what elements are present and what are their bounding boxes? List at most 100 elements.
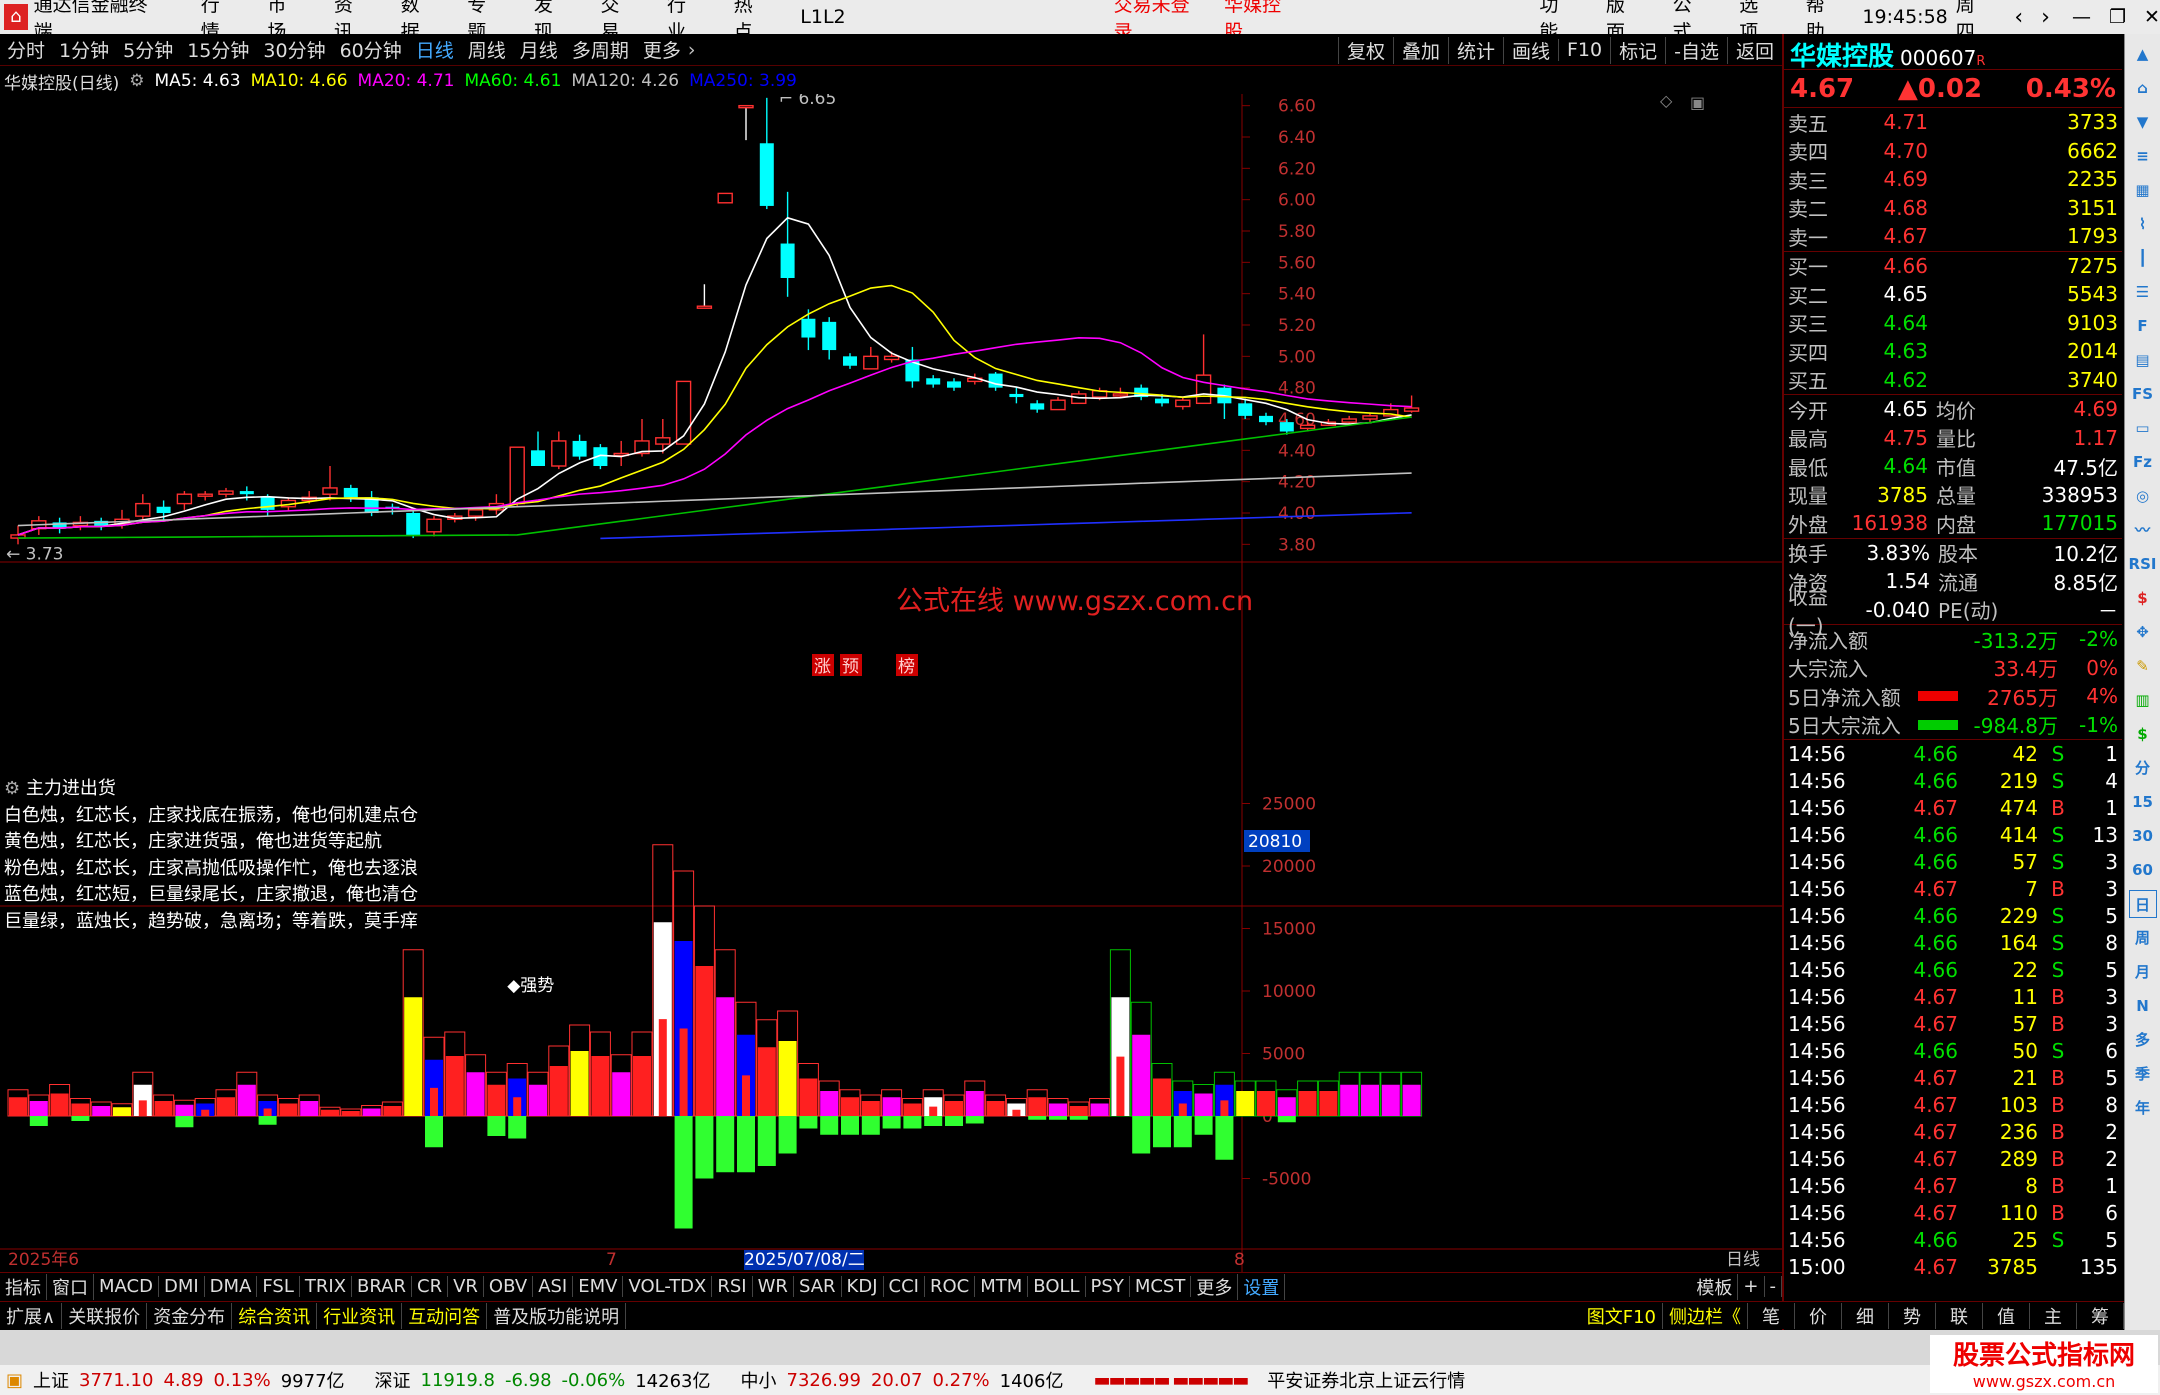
doc-icon[interactable]: ▭ — [2129, 414, 2157, 442]
period-tab[interactable]: 分时 — [0, 36, 52, 63]
period-1-label[interactable]: 分 — [2129, 754, 2157, 782]
side-tab[interactable]: 价 — [1795, 1302, 1842, 1329]
news-icon[interactable]: ☰ — [2129, 278, 2157, 306]
buy-level-row[interactable]: 买一 4.66 7275 — [1784, 252, 2122, 281]
tool-button[interactable]: 复权 — [1337, 36, 1393, 64]
side-tab[interactable]: 值 — [1983, 1302, 2030, 1329]
indicator-tab[interactable]: 更多 — [1191, 1273, 1239, 1300]
fz-icon[interactable]: Fz — [2129, 448, 2157, 476]
target-icon[interactable]: ◎ — [2129, 482, 2157, 510]
sell-level-row[interactable]: 卖二 4.68 3151 — [1784, 194, 2122, 223]
buy-level-row[interactable]: 买四 4.63 2014 — [1784, 337, 2122, 366]
restore-icon[interactable]: ❐ — [2109, 6, 2126, 28]
indicator-tab[interactable]: VR — [448, 1276, 484, 1297]
dollar-icon[interactable]: $ — [2129, 584, 2157, 612]
indicator-tab[interactable]: CCI — [884, 1276, 925, 1297]
tool-button[interactable]: 返回 — [1726, 36, 1782, 64]
move-icon[interactable]: ✥ — [2129, 618, 2157, 646]
indicator-tab[interactable]: ASI — [533, 1276, 574, 1297]
tool-button[interactable]: 标记 — [1610, 36, 1665, 64]
sz-index-name[interactable]: 深证 — [375, 1367, 411, 1393]
indicator-tab[interactable]: CR — [412, 1276, 449, 1297]
minimize-icon[interactable]: — — [2072, 6, 2091, 28]
period-season-label[interactable]: 季 — [2129, 1060, 2157, 1088]
indicator-tab[interactable]: WR — [753, 1276, 794, 1297]
rsi-icon[interactable]: RSI — [2129, 550, 2157, 578]
tool-button[interactable]: -自选 — [1665, 36, 1727, 64]
indicator-tab[interactable]: KDJ — [842, 1276, 884, 1297]
back-icon[interactable]: ‹ — [2014, 5, 2023, 30]
down-arrow-icon[interactable]: ▼ — [2129, 108, 2157, 136]
indicator-tab[interactable]: DMI — [159, 1276, 205, 1297]
period-tab[interactable]: 更多 — [636, 36, 688, 63]
indicator-tab[interactable]: PSY — [1086, 1276, 1130, 1297]
fs-icon[interactable]: FS — [2129, 380, 2157, 408]
period-day-label[interactable]: 日 — [2128, 890, 2157, 918]
side-tab[interactable]: 笔 — [1748, 1302, 1795, 1329]
add-icon[interactable]: + — [1738, 1276, 1765, 1297]
bottom-tab[interactable]: 互动问答 — [402, 1302, 488, 1329]
candle-icon[interactable]: ┃ — [2129, 244, 2157, 272]
indicator-tab[interactable]: 窗口 — [47, 1273, 94, 1300]
period-60-label[interactable]: 60 — [2129, 856, 2157, 884]
side-tab[interactable]: 筹 — [2077, 1302, 2124, 1329]
money-icon[interactable]: $ — [2129, 720, 2157, 748]
calendar-icon[interactable]: ▤ — [2129, 346, 2157, 374]
list-icon[interactable]: ≡ — [2129, 142, 2157, 170]
indicator-settings-icon[interactable]: ⚙ — [4, 778, 20, 799]
period-week-label[interactable]: 周 — [2129, 924, 2157, 952]
kline-chart[interactable]: 6.606.406.206.005.805.605.405.205.004.80… — [0, 94, 1782, 1272]
indicator-tab[interactable]: FSL — [257, 1276, 300, 1297]
period-month-label[interactable]: 月 — [2129, 958, 2157, 986]
pen-icon[interactable]: ✎ — [2129, 652, 2157, 680]
tool-button[interactable]: F10 — [1558, 39, 1610, 61]
more-chevron-icon[interactable]: › — [688, 39, 696, 61]
period-tab[interactable]: 周线 — [461, 36, 513, 63]
zx-index-name[interactable]: 中小 — [741, 1367, 777, 1393]
close-icon[interactable]: ✕ — [2144, 6, 2160, 28]
wave-icon[interactable]: 〰 — [2129, 516, 2157, 544]
indicator-tab[interactable]: BOLL — [1028, 1276, 1086, 1297]
indicator-tab[interactable]: 指标 — [0, 1273, 47, 1300]
template-button[interactable]: 模板 — [1691, 1273, 1739, 1300]
period-multi-label[interactable]: 多 — [2129, 1026, 2157, 1054]
bottom-tab[interactable]: 资金分布 — [147, 1302, 233, 1329]
tick-list[interactable]: 14:56 4.66 42 S 1 14:56 4.66 219 S 4 14:56 4.67 474 B… — [1784, 739, 2122, 1280]
buy-level-row[interactable]: 买五 4.62 3740 — [1784, 366, 2122, 395]
period-tab[interactable]: 15分钟 — [180, 36, 256, 63]
sell-level-row[interactable]: 卖四 4.70 6662 — [1784, 137, 2122, 166]
buy-level-row[interactable]: 买二 4.65 5543 — [1784, 280, 2122, 309]
indicator-tab[interactable]: ROC — [925, 1276, 976, 1297]
sell-level-row[interactable]: 卖三 4.69 2235 — [1784, 165, 2122, 194]
indicator-tab[interactable]: OBV — [484, 1276, 534, 1297]
tool-button[interactable]: 叠加 — [1392, 36, 1448, 64]
side-tab[interactable]: 联 — [1936, 1302, 1983, 1329]
period-15-label[interactable]: 15 — [2129, 788, 2157, 816]
indicator-tab[interactable]: RSI — [712, 1276, 753, 1297]
remove-icon[interactable]: - — [1765, 1276, 1782, 1297]
bottom-tab[interactable]: 行业资讯 — [317, 1302, 403, 1329]
tool-button[interactable]: 统计 — [1447, 36, 1503, 64]
f10-icon[interactable]: F — [2129, 312, 2157, 340]
tool-button[interactable]: 画线 — [1502, 36, 1558, 64]
bottom-tab[interactable]: 普及版功能说明 — [487, 1302, 627, 1329]
period-tab[interactable]: 多周期 — [565, 36, 636, 63]
settings-icon[interactable]: ⚙ — [129, 71, 144, 91]
indicator-tab[interactable]: MTM — [975, 1276, 1029, 1297]
period-tab[interactable]: 1分钟 — [52, 36, 116, 63]
sell-level-row[interactable]: 卖一 4.67 1793 — [1784, 222, 2122, 251]
side-tab[interactable]: 细 — [1842, 1302, 1889, 1329]
sell-level-row[interactable]: 卖五 4.71 3733 — [1784, 108, 2122, 137]
period-year-label[interactable]: 年 — [2129, 1094, 2157, 1122]
bottom-tab[interactable]: 关联报价 — [62, 1302, 148, 1329]
side-tab[interactable]: 图文F10 — [1581, 1302, 1663, 1329]
period-tab[interactable]: 月线 — [513, 36, 565, 63]
period-tab-active[interactable]: 日线 — [409, 36, 461, 63]
indicator-tab[interactable]: TRIX — [300, 1276, 353, 1297]
home-icon[interactable]: ⌂ — [2129, 74, 2157, 102]
line-chart-icon[interactable]: ⌇ — [2129, 210, 2157, 238]
up-arrow-icon[interactable]: ▲ — [2129, 40, 2157, 68]
indicator-tab[interactable]: DMA — [205, 1276, 258, 1297]
period-tab[interactable]: 30分钟 — [256, 36, 332, 63]
indicator-tab[interactable]: BRAR — [352, 1276, 412, 1297]
